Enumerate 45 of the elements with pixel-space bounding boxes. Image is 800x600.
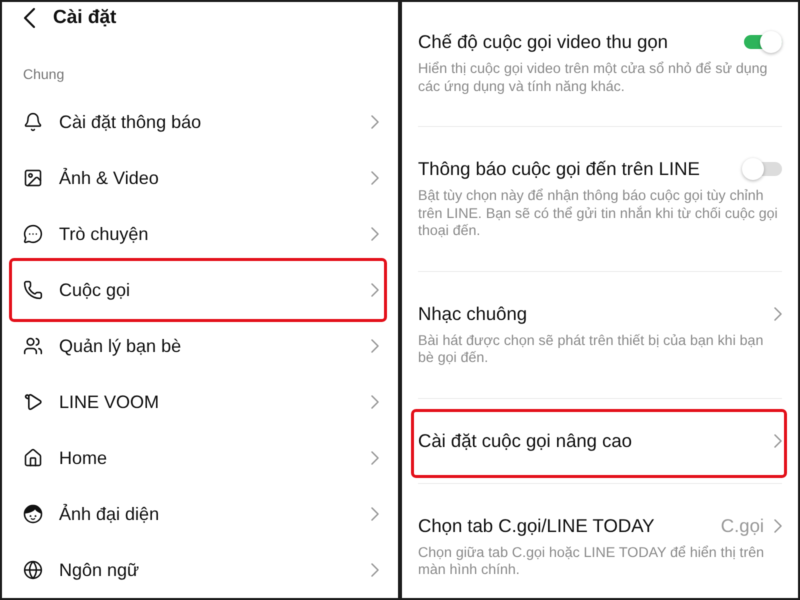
back-icon[interactable]: [23, 8, 35, 28]
chevron-right-icon: [371, 339, 379, 353]
chevron-right-icon: [371, 115, 379, 129]
setting-description: Bài hát được chọn sẽ phát trên thiết bị của bạn khi bạn bè gọi đến.: [418, 332, 764, 368]
menu-item[interactable]: Ngôn ngữ: [2, 542, 398, 598]
setting-description: Hiển thị cuộc gọi video trên một cửa sổ nhỏ để sử dụng các ứng dụng và tính năng khác.: [418, 61, 768, 96]
home-icon: [23, 448, 43, 468]
setting-title: Thông báo cuộc gọi đến trên LINE: [418, 157, 700, 181]
chevron-right-icon: [774, 434, 782, 448]
avatar-icon: [23, 504, 43, 524]
menu-item[interactable]: Trò chuyện: [2, 206, 398, 262]
section-label: Chung: [22, 65, 66, 84]
setting-title[interactable]: Cài đặt cuộc gọi nâng cao: [418, 428, 632, 452]
chevron-right-icon: [774, 518, 782, 532]
setting-title[interactable]: Nhạc chuông: [418, 302, 528, 326]
phone-icon: [23, 280, 43, 300]
menu-item[interactable]: Quản lý bạn bè: [2, 318, 398, 374]
setting-description: Bật tùy chọn này để nhận thông báo cuộc gọi tùy chỉnh trên LINE. Bạn sẽ có thể gửi tin nhắn khi từ chối cuộc gọi thoại đến.: [418, 188, 779, 240]
play-icon: [23, 392, 43, 412]
menu-item[interactable]: LINE VOOM: [2, 374, 398, 430]
setting-value: C.gọi: [720, 514, 764, 538]
menu-item[interactable]: Cuộc gọi: [2, 262, 398, 318]
chat-bubble-icon: [23, 224, 43, 244]
chevron-right-icon: [774, 306, 782, 320]
setting-title[interactable]: Chọn tab C.gọi/LINE TODAY: [418, 514, 655, 538]
chevron-right-icon: [371, 451, 379, 465]
image-icon: [23, 168, 43, 188]
setting-title: Chế độ cuộc gọi video thu gọn: [418, 30, 668, 54]
setting-description: Chọn giữa tab C.gọi hoặc LINE TODAY để hiển thị trên màn hình chính.: [418, 544, 765, 580]
chevron-right-icon: [371, 395, 379, 409]
menu-item[interactable]: Cài đặt thông báo: [2, 94, 398, 150]
bell-icon: [23, 112, 43, 132]
people-icon: [23, 336, 43, 356]
menu-item[interactable]: Home: [2, 430, 398, 486]
globe-icon: [23, 560, 43, 580]
toggle-switch[interactable]: [742, 31, 782, 53]
menu-item[interactable]: Ảnh & Video: [2, 150, 398, 206]
chevron-right-icon: [371, 283, 379, 297]
chevron-right-icon: [371, 563, 379, 577]
chevron-right-icon: [371, 227, 379, 241]
menu-item[interactable]: Ảnh đại diện: [2, 486, 398, 542]
chevron-right-icon: [371, 507, 379, 521]
chevron-right-icon: [371, 171, 379, 185]
toggle-switch[interactable]: [742, 158, 782, 180]
screen-title: Cài đặt: [53, 6, 116, 30]
